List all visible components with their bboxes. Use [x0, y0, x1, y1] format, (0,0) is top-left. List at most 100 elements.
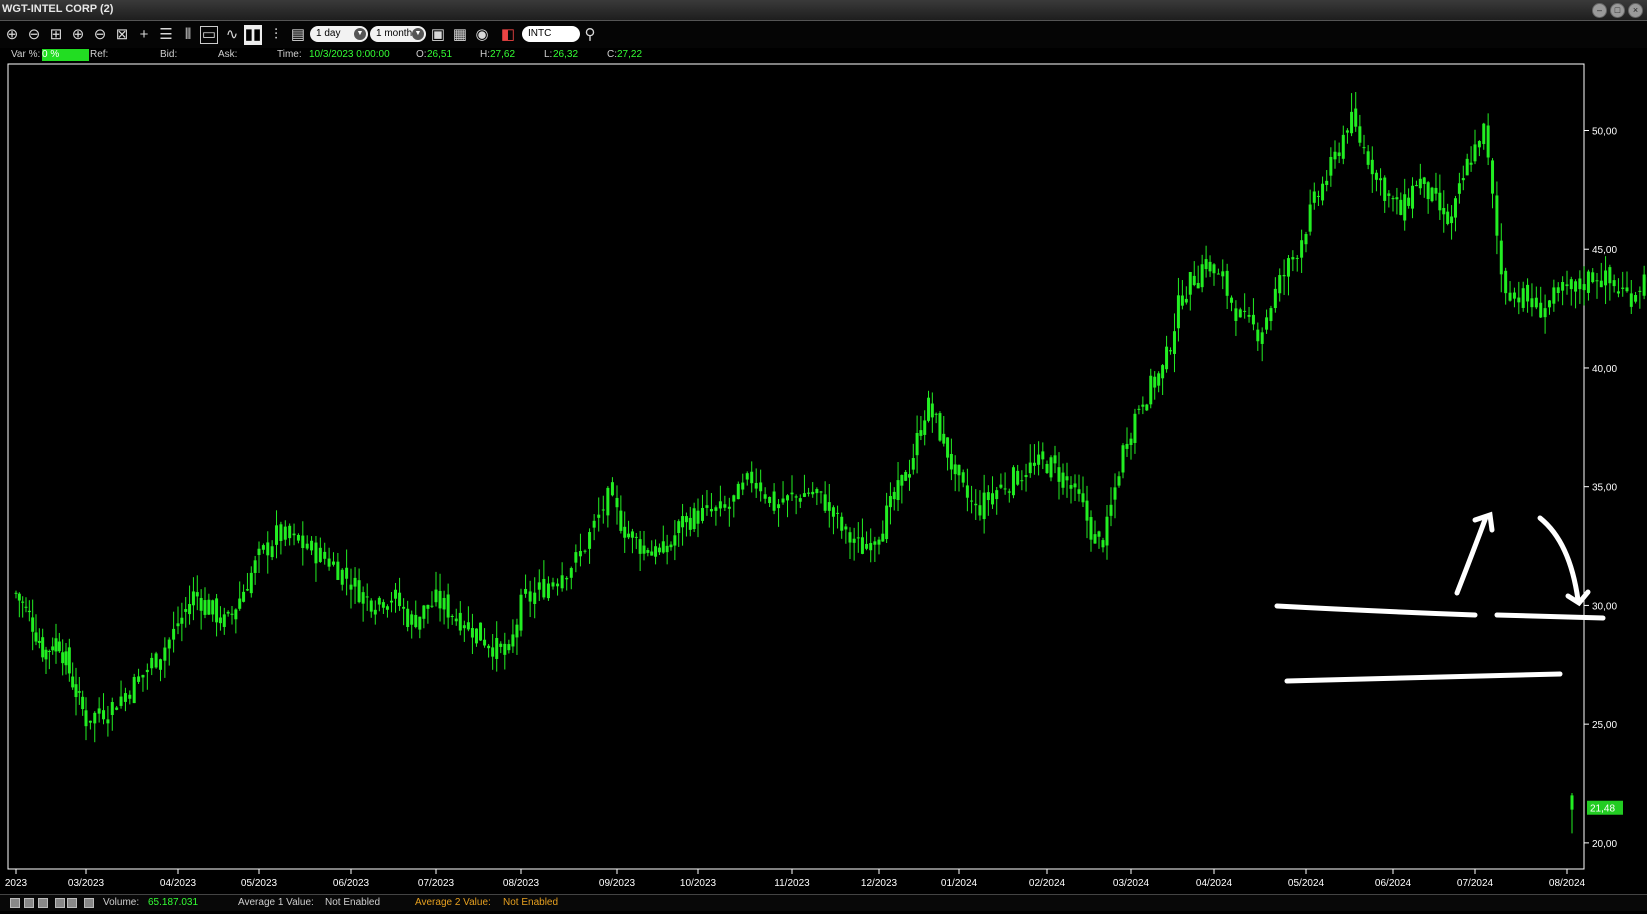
candle-body — [257, 548, 261, 556]
settings-list-icon[interactable]: ▤ — [288, 25, 308, 45]
search-icon[interactable]: ⚲ — [580, 25, 600, 45]
color-icon[interactable]: ◧ — [498, 25, 518, 45]
candle-body — [1638, 290, 1642, 292]
maximize-icon[interactable]: □ — [1610, 3, 1625, 18]
symbol-input[interactable]: INTC — [522, 26, 580, 42]
candle-body — [1526, 284, 1530, 302]
candle-body — [511, 634, 515, 647]
line-chart-icon[interactable]: ∿ — [222, 25, 242, 45]
candle-body — [1007, 491, 1011, 493]
candle-body — [495, 637, 499, 659]
candle-body — [736, 483, 740, 500]
candle-body — [840, 516, 844, 531]
down-arrow — [1537, 515, 1581, 603]
candle-body — [542, 578, 546, 598]
close-icon[interactable]: × — [1628, 3, 1643, 18]
refresh-icon[interactable]: ◉ — [472, 25, 492, 45]
window-icon[interactable]: ▭ — [200, 26, 218, 44]
arrow-right-icon[interactable] — [67, 898, 77, 908]
candle-body — [1354, 108, 1358, 127]
zoom-in-icon[interactable]: ⊕ — [2, 25, 22, 45]
candle-body — [458, 612, 462, 631]
zoom-all-icon[interactable]: ⊠ — [112, 25, 132, 45]
candle-body — [1157, 373, 1161, 386]
candle-body — [991, 493, 995, 505]
candle-body — [815, 489, 819, 494]
candle-body — [1256, 329, 1260, 342]
candle-body — [249, 572, 253, 594]
candle-body — [1574, 281, 1578, 292]
candle-body — [1461, 178, 1465, 181]
candle-body — [1295, 257, 1299, 259]
settings-icon[interactable] — [84, 898, 94, 908]
candle-icon[interactable]: ▮▮ — [244, 25, 262, 45]
candle-body — [623, 526, 627, 538]
candle-body — [1612, 280, 1616, 287]
candle-body — [1547, 300, 1551, 308]
candle-body — [1486, 125, 1490, 158]
x-tick-label: 02/2024 — [1029, 878, 1066, 889]
candle-body — [524, 588, 528, 594]
candle-body — [819, 491, 823, 493]
candle-body — [1379, 178, 1383, 181]
resistance-line-right — [1494, 612, 1606, 621]
candle-body — [1032, 462, 1036, 466]
candle-body — [1517, 297, 1521, 303]
candle-body — [394, 589, 398, 599]
candle-body — [741, 482, 745, 490]
layout-icon[interactable] — [10, 898, 20, 908]
candle-body — [1595, 280, 1599, 282]
candle-body — [507, 644, 511, 651]
x-tick-label: 12/2023 — [861, 878, 898, 889]
candle-body — [1286, 258, 1290, 277]
close-value: 27,22 — [617, 49, 643, 60]
candle-body — [1037, 454, 1041, 465]
candle-body — [583, 550, 587, 552]
candle-body — [919, 430, 923, 436]
candle-body — [533, 592, 537, 604]
last-price-label: 21,48 — [1590, 804, 1615, 815]
candle-body — [1333, 151, 1337, 160]
zoom-out-icon[interactable]: ⊖ — [24, 25, 44, 45]
zoom-y-out-icon[interactable]: ⊖ — [90, 25, 110, 45]
candle-body — [1341, 134, 1345, 159]
close-icon[interactable] — [38, 898, 48, 908]
save-icon[interactable]: ▦ — [450, 25, 470, 45]
arrow-left-icon[interactable] — [55, 898, 65, 908]
period-select[interactable]: 1 day ▼ — [310, 26, 368, 42]
layout-icon[interactable] — [24, 898, 34, 908]
candle-body — [630, 531, 634, 538]
quote-info-bar: Var %: 0 % Ref: Bid: Ask: Time: 10/3/202… — [0, 48, 1647, 62]
minimize-icon[interactable]: – — [1592, 3, 1607, 18]
candle-body — [627, 533, 631, 538]
candle-body — [836, 512, 840, 514]
candle-body — [723, 504, 727, 508]
candle-body — [1105, 516, 1109, 546]
candle-body — [1049, 457, 1053, 478]
candle-body — [978, 505, 982, 516]
bars-icon[interactable]: ⦀ — [178, 25, 198, 45]
candle-body — [569, 568, 573, 578]
candle-body — [1465, 158, 1469, 176]
candle-body — [642, 545, 646, 554]
candle-body — [1260, 332, 1264, 344]
candle-body — [479, 622, 483, 641]
candle-body — [528, 591, 532, 602]
crosshair-icon[interactable]: + — [134, 25, 154, 45]
candle-body — [88, 720, 92, 723]
y-tick-label: 35,00 — [1592, 483, 1617, 494]
candle-body — [844, 526, 848, 530]
candle-body — [1204, 259, 1208, 270]
price-chart[interactable]: 50,00 45,00 40,00 35,00 30,00 25,00 20,00 2023… — [0, 62, 1647, 894]
print-icon[interactable]: ▣ — [428, 25, 448, 45]
candle-body — [1582, 284, 1586, 291]
candle-body — [442, 597, 446, 610]
zoom-fit-icon[interactable]: ⊞ — [46, 25, 66, 45]
candle-body — [565, 577, 569, 580]
candle-body — [1599, 280, 1603, 288]
list-icon[interactable]: ☰ — [156, 25, 176, 45]
ohlc-icon[interactable]: ⫶ — [266, 25, 286, 45]
range-select[interactable]: 1 month ▼ — [370, 26, 426, 42]
candle-body — [1422, 177, 1426, 184]
zoom-y-in-icon[interactable]: ⊕ — [68, 25, 88, 45]
